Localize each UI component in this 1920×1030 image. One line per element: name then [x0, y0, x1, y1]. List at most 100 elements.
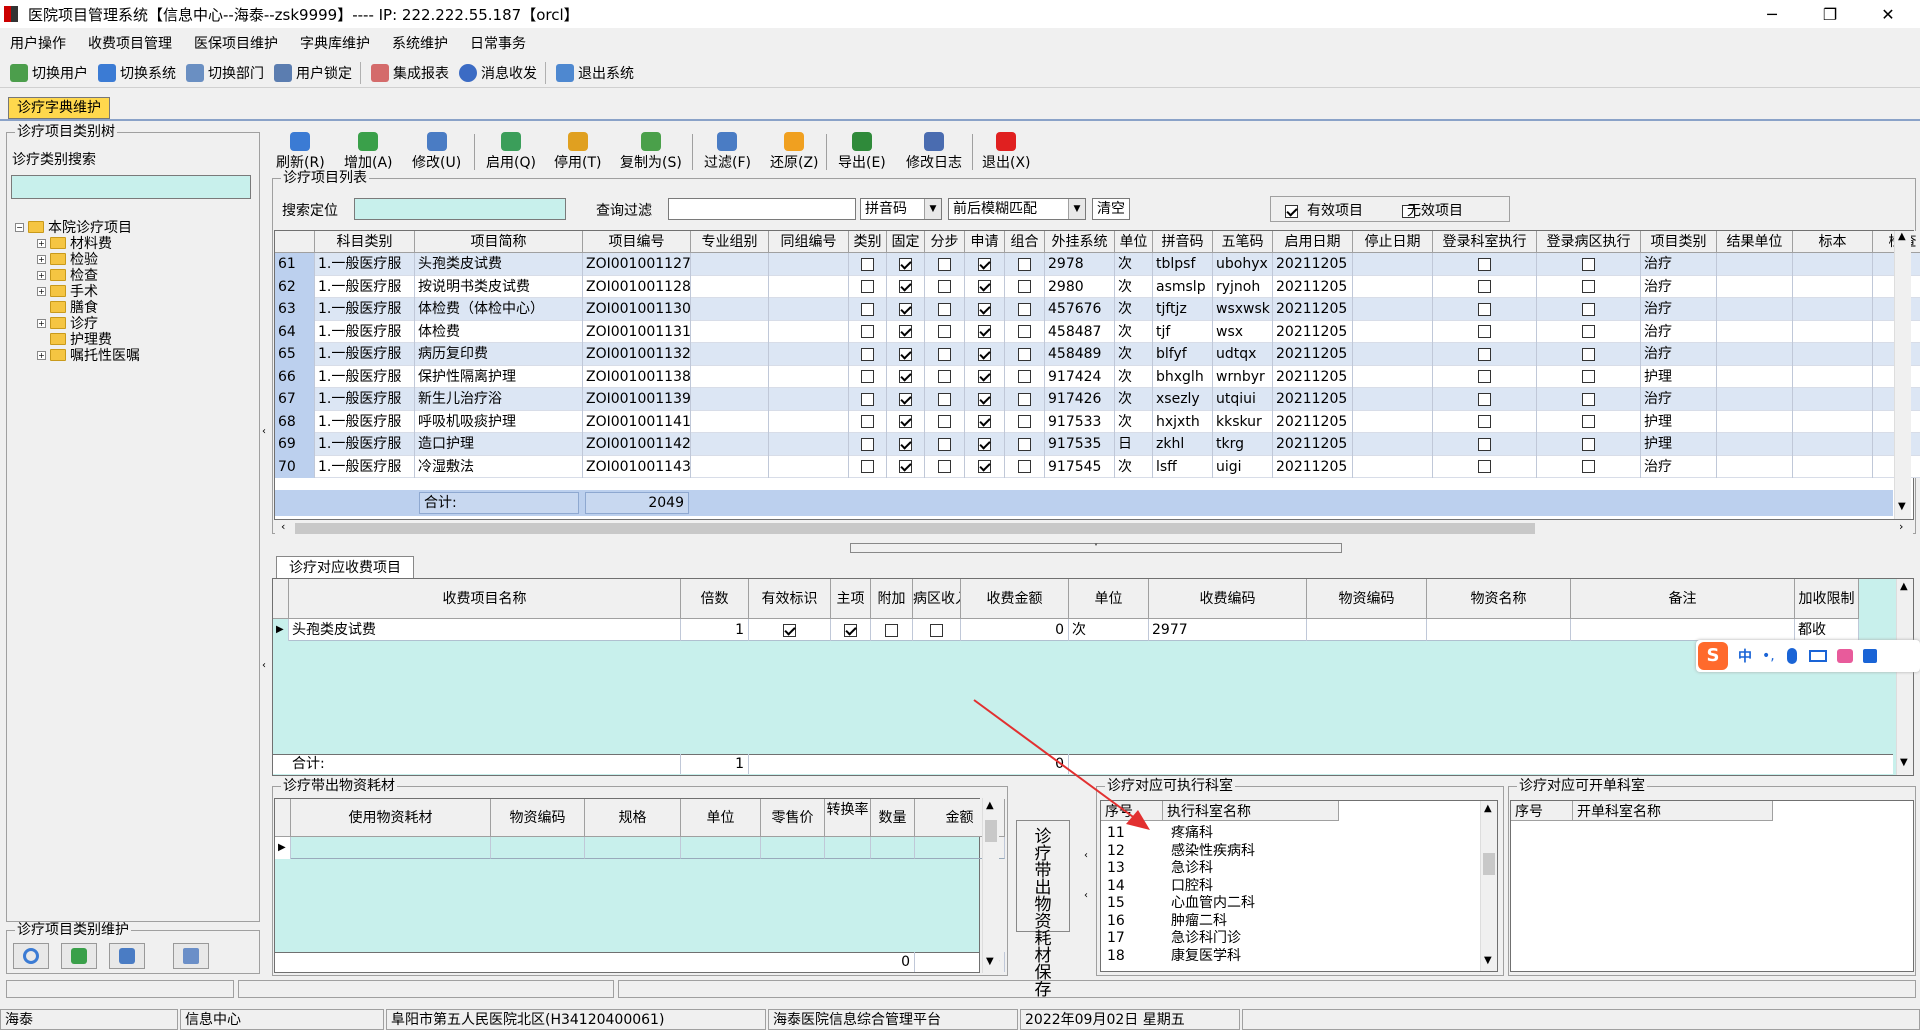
row-checkbox[interactable]: [978, 325, 991, 338]
row-checkbox[interactable]: [978, 415, 991, 428]
row-checkbox[interactable]: [899, 415, 912, 428]
row-checkbox[interactable]: [978, 370, 991, 383]
table-cell[interactable]: [681, 837, 761, 859]
scroll-down-icon[interactable]: ▼: [986, 956, 994, 967]
row-checkbox[interactable]: [1478, 325, 1491, 338]
ime-punct[interactable]: •,: [1762, 648, 1775, 664]
column-header[interactable]: 项目简称: [415, 231, 583, 253]
exec-dept-vscroll[interactable]: ▲ ▼: [1480, 801, 1497, 971]
expand-icon[interactable]: +: [37, 286, 46, 296]
row-checkbox[interactable]: [978, 460, 991, 473]
row-checkbox[interactable]: [938, 370, 951, 383]
fee-grid-vscroll[interactable]: ▲ ▼: [1896, 579, 1913, 775]
scroll-up-icon[interactable]: ▲: [1898, 231, 1906, 242]
row-checkbox[interactable]: [1478, 415, 1491, 428]
column-header[interactable]: 收费金额: [961, 579, 1069, 619]
tree-node[interactable]: + 嘱托性医嘱: [37, 345, 140, 365]
column-header[interactable]: 标本: [1793, 231, 1873, 253]
match-select[interactable]: 前后模糊匹配 ▼: [948, 198, 1086, 220]
row-checkbox[interactable]: [1018, 302, 1031, 316]
row-checkbox[interactable]: [861, 325, 874, 338]
menu-system[interactable]: 系统维护: [382, 33, 460, 53]
row-checkbox[interactable]: [899, 392, 912, 406]
row-checkbox[interactable]: [1018, 415, 1031, 428]
column-header[interactable]: 登录病区执行: [1537, 231, 1641, 253]
row-checkbox[interactable]: [938, 415, 951, 428]
vertical-splitter[interactable]: ˅: [850, 543, 1342, 553]
change-log-button[interactable]: 修改日志: [906, 132, 962, 172]
column-header[interactable]: 物资名称: [1427, 579, 1571, 619]
exit-button[interactable]: 退出(X): [982, 132, 1031, 172]
row-checkbox[interactable]: [938, 392, 951, 406]
column-header[interactable]: 项目类别: [1641, 231, 1717, 253]
menu-fee-items[interactable]: 收费项目管理: [78, 33, 184, 53]
menu-insurance[interactable]: 医保项目维护: [184, 33, 290, 53]
column-header[interactable]: 专业组别: [691, 231, 769, 253]
message-button[interactable]: 消息收发: [459, 63, 537, 83]
column-header[interactable]: 收费项目名称: [289, 579, 681, 619]
row-checkbox[interactable]: [1582, 347, 1595, 361]
column-header[interactable]: 使用物资耗材: [291, 799, 491, 837]
column-header[interactable]: 倍数: [681, 579, 749, 619]
column-header[interactable]: 五笔码: [1213, 231, 1273, 253]
table-cell[interactable]: [291, 837, 491, 859]
minimize-icon[interactable]: ─: [1744, 0, 1800, 28]
row-checkbox[interactable]: [1478, 347, 1491, 361]
scroll-up-icon[interactable]: ▲: [1900, 581, 1908, 592]
column-header[interactable]: 病区收入: [913, 579, 961, 619]
row-checkbox[interactable]: [899, 347, 912, 361]
row-checkbox[interactable]: [861, 392, 874, 406]
row-checkbox[interactable]: [938, 325, 951, 338]
table-cell[interactable]: [585, 837, 681, 859]
row-checkbox[interactable]: [1582, 415, 1595, 428]
scroll-up-icon[interactable]: ▲: [1484, 803, 1492, 814]
row-checkbox[interactable]: [899, 302, 912, 316]
column-header[interactable]: 附加: [871, 579, 913, 619]
hscroll-thumb[interactable]: [295, 523, 1535, 534]
column-header[interactable]: 分步: [925, 231, 965, 253]
tab-clinic-dict[interactable]: 诊疗字典维护: [8, 97, 110, 119]
row-checkbox[interactable]: [899, 325, 912, 338]
restore-button[interactable]: 还原(Z): [770, 132, 819, 172]
exec-dept-name[interactable]: 疼痛科: [1168, 825, 1368, 842]
clear-button[interactable]: 清空: [1092, 198, 1130, 220]
row-checkbox[interactable]: [938, 257, 951, 271]
row-checkbox[interactable]: [1582, 257, 1595, 271]
scroll-left-icon[interactable]: ‹: [281, 520, 285, 533]
column-header[interactable]: 结果单位: [1717, 231, 1793, 253]
row-checkbox[interactable]: [938, 347, 951, 361]
column-header[interactable]: 停止日期: [1353, 231, 1433, 253]
row-checkbox[interactable]: [1582, 325, 1595, 338]
copy-as-button[interactable]: 复制为(S): [620, 132, 682, 172]
row-checkbox[interactable]: [1582, 370, 1595, 383]
row-checkbox[interactable]: [1582, 280, 1595, 293]
row-checkbox[interactable]: [978, 280, 991, 293]
edit-category-button[interactable]: [109, 943, 145, 969]
exec-dept-name[interactable]: 康复医学科: [1168, 948, 1368, 965]
exec-dept-name[interactable]: 心血管内二科: [1168, 895, 1368, 912]
row-checkbox[interactable]: [1018, 437, 1031, 451]
table-cell[interactable]: [825, 837, 871, 859]
enable-button[interactable]: 启用(Q): [486, 132, 536, 172]
row-checkbox[interactable]: [1018, 347, 1031, 361]
row-checkbox[interactable]: [978, 302, 991, 316]
left-splitter-arrow-2[interactable]: ‹: [262, 660, 270, 680]
row-checkbox[interactable]: [1018, 460, 1031, 473]
row-checkbox[interactable]: [938, 280, 951, 293]
row-checkbox[interactable]: [1018, 280, 1031, 293]
switch-dept-button[interactable]: 切换部门: [186, 63, 264, 83]
scroll-down-icon[interactable]: ▼: [1484, 955, 1492, 966]
column-header[interactable]: 数量: [871, 799, 915, 837]
keyboard-icon[interactable]: [1808, 650, 1827, 662]
expand-icon[interactable]: +: [37, 238, 46, 248]
row-checkbox[interactable]: [938, 460, 951, 473]
column-header[interactable]: 转换率: [825, 799, 871, 837]
row-checkbox[interactable]: [861, 460, 874, 473]
scroll-down-icon[interactable]: ▼: [1898, 501, 1906, 512]
row-checkbox[interactable]: [978, 437, 991, 451]
column-header[interactable]: 主项: [831, 579, 871, 619]
column-header[interactable]: 项目编号: [583, 231, 691, 253]
column-header[interactable]: 拼音码: [1153, 231, 1213, 253]
exec-dept-name[interactable]: 感染性疾病科: [1168, 843, 1368, 860]
row-checkbox[interactable]: [861, 415, 874, 428]
